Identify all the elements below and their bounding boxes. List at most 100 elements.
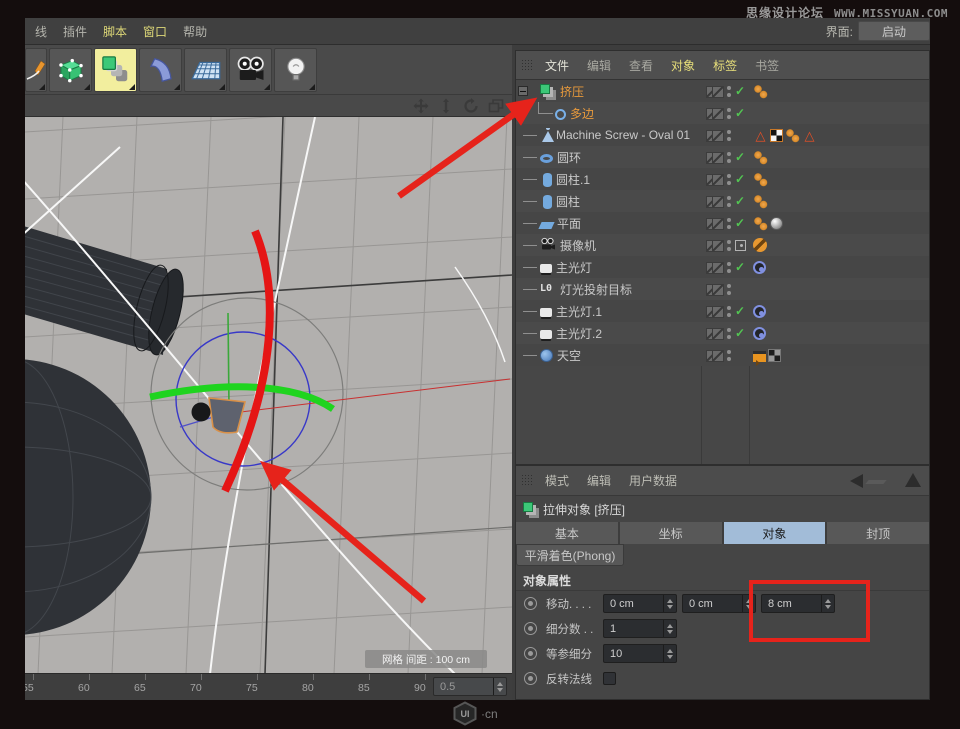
menu-item-script[interactable]: 脚本	[95, 20, 135, 43]
enabled-check-icon[interactable]	[735, 217, 748, 230]
visibility-dots[interactable]	[726, 327, 732, 340]
am-menu-userdata[interactable]: 用户数据	[622, 470, 684, 491]
keyframe-circle-icon[interactable]	[524, 647, 537, 660]
om-menu-objects[interactable]: 对象	[664, 55, 702, 76]
keyframe-circle-icon[interactable]	[524, 597, 537, 610]
texture-image-tag-icon[interactable]	[768, 349, 781, 362]
panel-grip-icon[interactable]	[521, 474, 532, 487]
object-name[interactable]: 主光灯.1	[556, 303, 602, 320]
keyframe-circle-icon[interactable]	[524, 672, 537, 685]
menu-item[interactable]: 线	[27, 20, 55, 43]
enabled-check-icon[interactable]	[735, 85, 748, 98]
layer-toggle-icon[interactable]	[706, 173, 723, 186]
enabled-check-icon[interactable]	[735, 107, 748, 120]
visibility-dots[interactable]	[726, 85, 732, 98]
layer-toggle-icon[interactable]	[706, 305, 723, 318]
layer-toggle-icon[interactable]	[706, 283, 723, 296]
spline-pen-tool-button[interactable]	[25, 48, 47, 92]
object-name[interactable]: 多边	[570, 105, 594, 122]
object-name[interactable]: 圆环	[557, 149, 581, 166]
object-row[interactable]: 主光灯.2	[516, 322, 929, 344]
viewport-3d[interactable]: 网格 间距 : 100 cm	[25, 116, 512, 673]
material-tag-icon[interactable]	[770, 217, 783, 230]
menu-item-help[interactable]: 帮助	[175, 20, 215, 43]
object-row[interactable]: 多边	[516, 102, 929, 124]
object-name[interactable]: 灯光投射目标	[560, 281, 632, 298]
movement-x-field[interactable]: 0 cm	[603, 594, 677, 613]
menu-item-plugins[interactable]: 插件	[55, 20, 95, 43]
floor-object-button[interactable]	[184, 48, 227, 92]
visibility-dots[interactable]	[726, 261, 732, 274]
history-back-icon[interactable]	[850, 474, 863, 488]
maximize-icon[interactable]	[488, 98, 504, 114]
frame-number-field[interactable]: 0.5	[433, 677, 507, 696]
visibility-dots[interactable]	[726, 239, 732, 252]
om-menu-bookmarks[interactable]: 书签	[748, 55, 786, 76]
collapse-expander-icon[interactable]	[518, 86, 528, 96]
selection-tag-icon[interactable]	[753, 128, 768, 143]
iso-subdivision-field[interactable]: 10	[603, 644, 677, 663]
phong-tag-icon[interactable]	[753, 84, 768, 99]
movement-z-field[interactable]: 8 cm	[761, 594, 835, 613]
phong-tag-icon[interactable]	[753, 194, 768, 209]
om-menu-view[interactable]: 查看	[622, 55, 660, 76]
phong-tag-icon[interactable]	[753, 172, 768, 187]
keyframe-circle-icon[interactable]	[524, 622, 537, 635]
layer-toggle-icon[interactable]	[706, 327, 723, 340]
interface-dropdown[interactable]: 启动	[858, 21, 930, 41]
extrude-tool-button[interactable]	[94, 48, 137, 92]
target-tag-icon[interactable]	[753, 261, 766, 274]
layer-toggle-icon[interactable]	[706, 151, 723, 164]
history-forward-icon[interactable]	[865, 480, 886, 484]
visibility-dots[interactable]	[726, 151, 732, 164]
layer-toggle-icon[interactable]	[706, 107, 723, 120]
rotate-icon[interactable]	[463, 98, 479, 114]
spinner-icon[interactable]	[663, 620, 676, 637]
object-name[interactable]: Machine Screw - Oval 01	[556, 128, 690, 142]
enabled-check-icon[interactable]	[735, 261, 748, 274]
layer-toggle-icon[interactable]	[706, 85, 723, 98]
object-name[interactable]: 主光灯.2	[556, 325, 602, 342]
visibility-dots[interactable]	[726, 107, 732, 120]
visibility-dots[interactable]	[726, 129, 732, 142]
layer-toggle-icon[interactable]	[706, 217, 723, 230]
tab-basic[interactable]: 基本	[516, 522, 618, 544]
selection-tag-icon[interactable]	[802, 128, 817, 143]
panel-grip-icon[interactable]	[521, 59, 532, 72]
om-menu-file[interactable]: 文件	[538, 55, 576, 76]
layer-toggle-icon[interactable]	[706, 261, 723, 274]
phong-tag-icon[interactable]	[753, 150, 768, 165]
camera-object-button[interactable]	[229, 48, 272, 92]
object-name[interactable]: 平面	[557, 215, 581, 232]
tab-coordinates[interactable]: 坐标	[620, 522, 722, 544]
dolly-icon[interactable]	[438, 98, 454, 114]
object-name[interactable]: 摄像机	[560, 237, 596, 254]
object-row[interactable]: 挤压	[516, 80, 929, 102]
spinner-icon[interactable]	[742, 595, 755, 612]
movement-y-field[interactable]: 0 cm	[682, 594, 756, 613]
tab-object[interactable]: 对象	[724, 522, 826, 544]
compositing-tag-icon[interactable]	[753, 351, 766, 362]
frame-spinner[interactable]	[493, 678, 506, 695]
om-menu-edit[interactable]: 编辑	[580, 55, 618, 76]
layer-toggle-icon[interactable]	[706, 349, 723, 362]
timeline-ruler[interactable]: 55 60 65 70 75 80 85 90 0.5	[25, 673, 512, 700]
am-menu-edit[interactable]: 编辑	[580, 470, 618, 491]
object-row[interactable]: 天空	[516, 344, 929, 366]
cube-primitive-button[interactable]	[49, 48, 92, 92]
pan-icon[interactable]	[413, 98, 429, 114]
object-row[interactable]: Machine Screw - Oval 01	[516, 124, 929, 146]
object-name[interactable]: 圆柱	[556, 193, 580, 210]
visibility-dots[interactable]	[726, 349, 732, 362]
visibility-dots[interactable]	[726, 195, 732, 208]
layer-toggle-icon[interactable]	[706, 239, 723, 252]
object-row[interactable]: 圆环	[516, 146, 929, 168]
spinner-icon[interactable]	[663, 595, 676, 612]
object-row[interactable]: 圆柱.1	[516, 168, 929, 190]
om-menu-tags[interactable]: 标签	[706, 55, 744, 76]
subdivision-field[interactable]: 1	[603, 619, 677, 638]
object-row[interactable]: 主光灯	[516, 256, 929, 278]
enabled-check-icon[interactable]	[735, 305, 748, 318]
light-object-button[interactable]	[274, 48, 317, 92]
object-name[interactable]: 主光灯	[556, 259, 592, 276]
